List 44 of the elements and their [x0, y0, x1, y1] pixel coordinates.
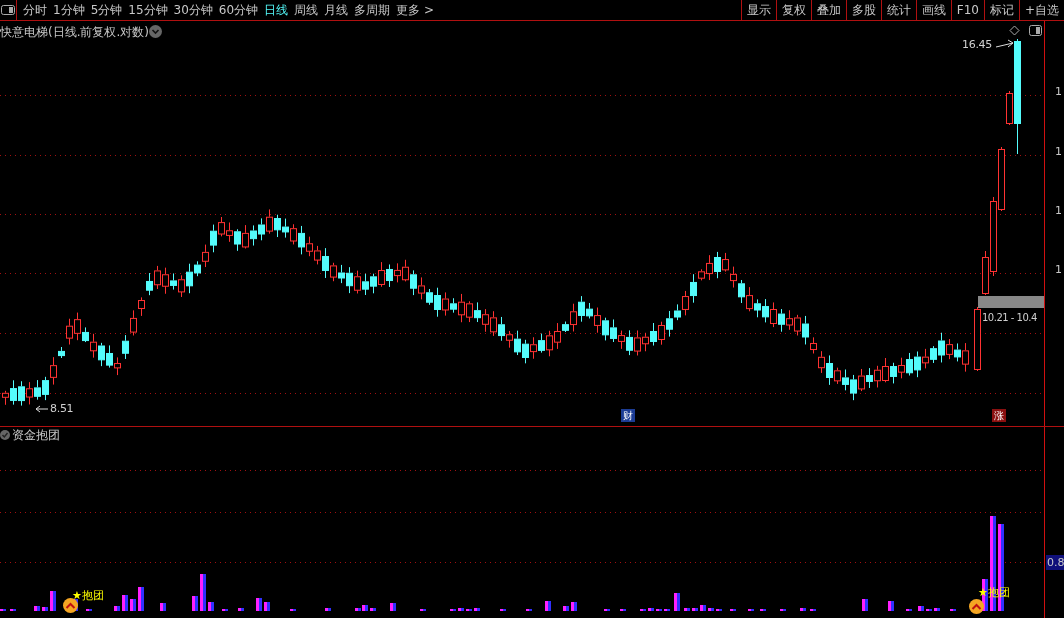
period-tab[interactable]: 15分钟: [125, 0, 171, 20]
period-tab[interactable]: 60分钟: [215, 0, 262, 20]
signal-label: ★抱团: [978, 585, 1010, 600]
check-icon[interactable]: [0, 430, 10, 440]
signal-label: ★抱团: [72, 588, 104, 603]
more-menu[interactable]: 更多 >: [393, 0, 437, 20]
period-tab[interactable]: 30分钟: [170, 0, 216, 20]
chart-title: 快意电梯(日线.前复权.对数): [0, 24, 149, 41]
axis-label: 1: [1055, 204, 1062, 217]
toolbar-button[interactable]: F10: [950, 0, 984, 20]
event-badge: 财: [621, 409, 635, 422]
toolbar-button[interactable]: +自选: [1018, 0, 1064, 20]
toolbar-button[interactable]: 复权: [775, 0, 811, 20]
axis-label: 1: [1055, 263, 1062, 276]
arrow-icon: [995, 39, 1014, 48]
period-tab[interactable]: 月线: [321, 0, 352, 20]
up-chevron-circle-icon: [969, 599, 984, 614]
axis-label: 1: [1055, 85, 1062, 98]
indicator-value-label: 0.8: [1046, 555, 1064, 570]
dropdown-icon[interactable]: [149, 25, 162, 38]
period-tab[interactable]: 日线: [261, 0, 292, 20]
toolbar-button[interactable]: 画线: [915, 0, 951, 20]
toolbar-button[interactable]: 统计: [880, 0, 916, 20]
price-range-bar: [978, 296, 1044, 308]
toolbar-button[interactable]: 显示: [740, 0, 776, 20]
diamond-icon[interactable]: [1009, 25, 1020, 36]
toolbar-button[interactable]: 多股: [845, 0, 881, 20]
panel-toggle-icon[interactable]: [1, 5, 15, 15]
toolbar-button[interactable]: 叠加: [810, 0, 846, 20]
low-price-label: 8.51: [50, 402, 74, 415]
up-chevron-circle-icon: [63, 598, 78, 613]
axis-label: 1: [1055, 145, 1062, 158]
high-price-label: 16.45: [962, 38, 992, 51]
toolbar-button[interactable]: 标记: [983, 0, 1019, 20]
indicator-title: 资金抱团: [12, 427, 60, 444]
event-badge: 涨: [992, 409, 1006, 422]
period-tab[interactable]: 分时: [20, 0, 50, 20]
period-tab[interactable]: 1分钟: [50, 0, 88, 20]
arrow-icon: [35, 405, 49, 413]
panel-toggle-icon[interactable]: [1029, 25, 1042, 36]
price-range-label: 10.21 - 10.4: [982, 312, 1037, 323]
period-tab[interactable]: 周线: [291, 0, 322, 20]
period-tab[interactable]: 5分钟: [87, 0, 126, 20]
period-tab[interactable]: 多周期: [351, 0, 394, 20]
